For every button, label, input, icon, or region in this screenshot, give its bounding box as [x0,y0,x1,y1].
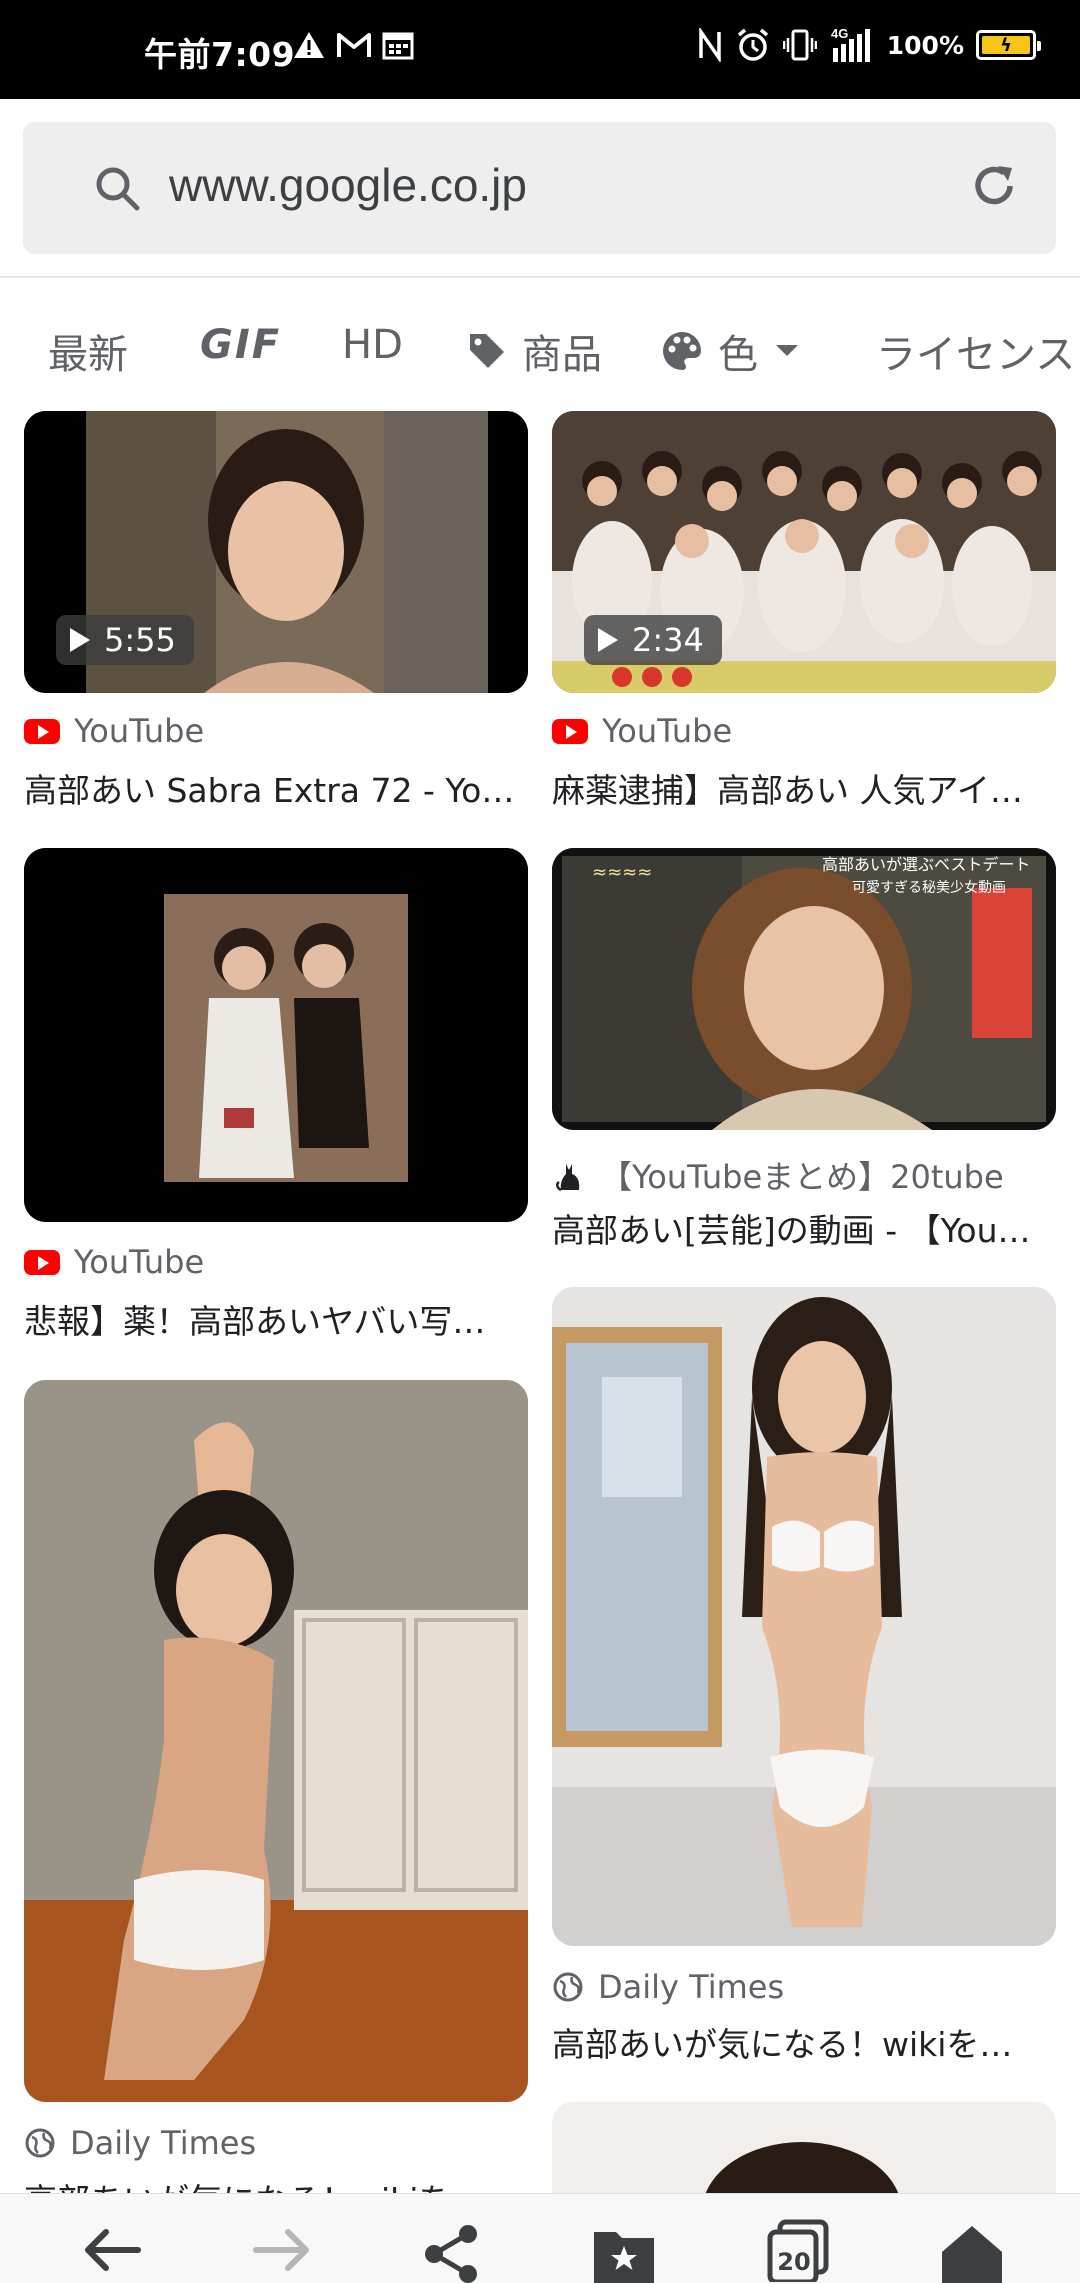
charging-bolt-icon: ϟ [1000,34,1012,56]
thumbnail-overlay-logo: ≈≈≈≈ [592,862,652,883]
youtube-icon [24,718,60,744]
result-source: Daily Times [24,2124,256,2162]
source-name: YouTube [602,712,733,750]
tag-icon [470,334,504,368]
tabs-button[interactable]: 20 [766,2218,830,2282]
result-title[interactable]: 高部あい[芸能]の動画 - 【You… [552,1204,1052,1252]
home-icon[interactable] [938,2222,1006,2283]
chevron-down-icon [776,345,798,356]
filter-label: 色 [718,332,758,378]
play-icon [70,628,90,652]
address-bar[interactable]: www.google.co.jp [23,122,1056,254]
svg-text:4G: 4G [831,26,848,41]
filter-chips: 最新 GIF HD 商品 色 ライセンス [0,310,1080,382]
result-title[interactable]: 麻薬逮捕】高部あい 人気アイ… [552,764,1052,812]
alarm-icon [737,28,768,61]
filter-label: 商品 [522,332,602,378]
warning-icon [294,32,324,58]
globe-icon [553,1972,583,2002]
filter-label: HD [342,322,403,368]
video-duration-badge: 5:55 [56,615,194,665]
notification-icons [292,30,414,60]
source-name: 【YouTubeまとめ】20tube [600,1158,1004,1196]
result-source: Daily Times [552,1968,784,2006]
result-thumbnail[interactable]: 5:55 [24,411,528,693]
filter-color[interactable]: 色 [660,322,802,380]
filter-label: ライセンス [876,332,1076,378]
status-time: 午前7:09 [144,35,296,74]
duration-text: 2:34 [632,621,704,659]
result-thumbnail[interactable]: 2:34 [552,411,1056,693]
filter-license[interactable]: ライセンス [876,322,1075,380]
result-title[interactable]: 高部あいが気になる！wikiを… [24,2174,524,2193]
thumbnail-overlay-text-2: 可愛すぎる秘美少女動画 [852,879,1006,896]
thumbnail-image [552,1287,1056,1946]
source-name: Daily Times [598,1968,785,2006]
url-text[interactable]: www.google.co.jp [169,158,527,212]
result-source: YouTube [24,712,204,750]
cat-icon [556,1164,580,1192]
filter-label: 最新 [48,332,128,378]
forward-icon[interactable] [248,2222,318,2278]
nfc-icon [699,28,721,62]
vibrate-icon [782,29,817,61]
share-icon[interactable] [420,2222,484,2283]
youtube-icon [552,718,588,744]
play-icon [598,628,618,652]
result-thumbnail[interactable] [552,1287,1056,1946]
filter-gif[interactable]: GIF [200,322,281,368]
gmail-icon [337,33,371,57]
video-duration-badge: 2:34 [584,615,722,665]
source-name: YouTube [74,712,205,750]
signal-icon: 4G [831,26,870,62]
battery-percentage: 100% [886,30,964,60]
result-thumbnail[interactable] [24,848,528,1222]
browser-bottom-toolbar: 20 [0,2193,1080,2283]
system-status-icons: 4G 100% ϟ [697,26,1041,64]
status-bar: 午前7:09 4G 100% ϟ [0,0,1080,99]
result-source: YouTube [552,712,732,750]
palette-icon [663,332,701,370]
bookmarks-icon[interactable] [590,2222,658,2283]
divider [0,276,1080,278]
battery-icon: ϟ [976,30,1041,60]
filter-hd[interactable]: HD [342,322,403,368]
result-title[interactable]: 高部あい Sabra Extra 72 - You… [24,764,524,812]
filter-latest[interactable]: 最新 [48,322,128,380]
duration-text: 5:55 [104,621,176,659]
result-title[interactable]: 高部あいが気になる！wikiを… [552,2018,1052,2066]
calendar-icon [382,32,414,60]
result-thumbnail[interactable] [24,1380,528,2102]
filter-products[interactable]: 商品 [466,322,602,380]
result-thumbnail[interactable]: ≈≈≈≈ 高部あいが選ぶベストデート 可愛すぎる秘美少女動画 [552,848,1056,1130]
result-source: 【YouTubeまとめ】20tube [552,1152,1004,1198]
thumbnail-image [24,848,528,1222]
globe-icon [25,2128,55,2158]
youtube-icon [24,1249,60,1275]
result-title[interactable]: 悲報】薬！高部あいヤバい写… [24,1295,524,1343]
source-name: Daily Times [70,2124,257,2162]
search-icon [96,167,140,211]
source-name: YouTube [74,1243,205,1281]
thumbnail-overlay-text-1: 高部あいが選ぶベストデート [822,855,1030,874]
back-icon[interactable] [76,2222,146,2278]
thumbnail-image [24,1380,528,2102]
filter-label: GIF [200,322,282,368]
result-source: YouTube [24,1243,204,1281]
reload-icon[interactable] [968,160,1020,212]
thumbnail-image: ≈≈≈≈ 高部あいが選ぶベストデート 可愛すぎる秘美少女動画 [552,848,1056,1130]
tab-count: 20 [777,2248,811,2276]
